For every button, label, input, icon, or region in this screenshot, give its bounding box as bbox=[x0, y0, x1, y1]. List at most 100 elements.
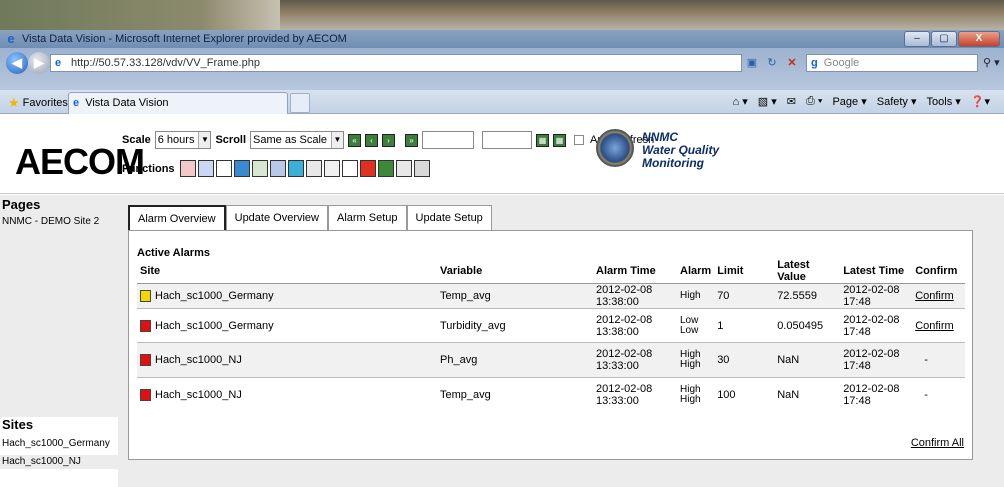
print-icon[interactable]: ⎙ ▾ bbox=[806, 95, 822, 108]
variable-cell: Turbidity_avg bbox=[437, 308, 593, 343]
back-button[interactable]: ◀ bbox=[6, 52, 28, 74]
chevron-down-icon: ▼ bbox=[331, 132, 344, 148]
feeds-icon[interactable]: ▧ ▾ bbox=[758, 95, 777, 108]
search-placeholder: Google bbox=[823, 57, 860, 69]
site-cell: Hach_sc1000_NJ bbox=[137, 377, 437, 412]
search-icon[interactable]: ⚲ ▾ bbox=[983, 56, 1000, 69]
confirm-link[interactable]: Confirm bbox=[912, 308, 965, 343]
graph-function-icon[interactable] bbox=[233, 160, 250, 177]
column-header: Site bbox=[137, 259, 437, 284]
pages-title: Pages bbox=[2, 197, 41, 212]
latest-time-cell: 2012-02-08 17:48 bbox=[840, 283, 913, 309]
favorites-bar: ★ Favorites e Vista Data Vision ⌂ ▾ ▧ ▾ … bbox=[0, 90, 1004, 114]
column-header: Latest Value bbox=[774, 259, 841, 284]
variable-cell: Temp_avg bbox=[437, 377, 593, 412]
functions-toolbar: Functions bbox=[122, 160, 430, 177]
latest-value-cell: NaN bbox=[774, 377, 841, 412]
scroll-forward-icon[interactable]: › bbox=[382, 133, 396, 147]
forward-button[interactable]: ▶ bbox=[28, 52, 50, 74]
alarm-time-cell: 2012-02-08 13:33:00 bbox=[593, 377, 677, 412]
list-function-icon[interactable] bbox=[395, 160, 412, 177]
confirm-cell: - bbox=[912, 342, 965, 378]
browser-tab[interactable]: e Vista Data Vision bbox=[68, 92, 288, 114]
table-row: Hach_sc1000_NJ Ph_avg 2012-02-08 13:33:00 H… bbox=[137, 342, 965, 378]
table-row: Hach_sc1000_Germany Turbidity_avg 2012-02-… bbox=[137, 308, 965, 343]
alarm-status-icon bbox=[140, 290, 151, 302]
alarm-level-cell: High High bbox=[677, 342, 715, 378]
tab-update-overview[interactable]: Update Overview bbox=[225, 205, 328, 230]
help-function-icon[interactable] bbox=[341, 160, 358, 177]
mail-icon[interactable]: ✉ bbox=[787, 95, 796, 108]
auto-refresh-checkbox[interactable] bbox=[574, 135, 585, 145]
address-url: http://50.57.33.128/vdv/VV_Frame.php bbox=[71, 57, 260, 69]
alarm-function-icon[interactable] bbox=[359, 160, 376, 177]
info-function-icon[interactable] bbox=[215, 160, 232, 177]
browser-tab-label: Vista Data Vision bbox=[85, 97, 169, 109]
window-title: Vista Data Vision - Microsoft Internet E… bbox=[22, 33, 347, 45]
alarms-table: Site Variable Alarm Time Alarm Limit Lat… bbox=[137, 259, 965, 412]
alarm-status-icon bbox=[140, 354, 151, 366]
chart-function-icon[interactable] bbox=[179, 160, 196, 177]
scale-label: Scale bbox=[122, 134, 151, 146]
latest-time-cell: 2012-02-08 17:48 bbox=[840, 308, 913, 343]
scroll-last-icon[interactable]: » bbox=[405, 133, 419, 147]
alarm-status-icon bbox=[140, 319, 151, 332]
latest-value-cell: 72.5559 bbox=[774, 283, 841, 309]
tab-update-setup[interactable]: Update Setup bbox=[406, 205, 492, 230]
table-function-icon[interactable] bbox=[197, 160, 214, 177]
favorites-label: Favorites bbox=[22, 97, 68, 109]
compare-function-icon[interactable] bbox=[269, 160, 286, 177]
latest-value-cell: 0.050495 bbox=[774, 308, 841, 343]
site-name: Hach_sc1000_Germany bbox=[155, 290, 274, 302]
search-input[interactable]: g Google bbox=[806, 54, 978, 72]
alarm-time-cell: 2012-02-08 13:38:00 bbox=[593, 308, 677, 343]
limit-cell: 30 bbox=[714, 342, 775, 378]
confirm-all-link[interactable]: Confirm All bbox=[911, 437, 964, 449]
page-item[interactable]: NNMC - DEMO Site 2 bbox=[0, 215, 118, 229]
site-item[interactable]: Hach_sc1000_NJ bbox=[0, 455, 118, 469]
column-header: Variable bbox=[437, 259, 593, 284]
stop-icon[interactable]: ✕ bbox=[784, 54, 800, 72]
window-controls: – ▢ X bbox=[904, 31, 1000, 47]
confirm-link[interactable]: Confirm bbox=[912, 283, 965, 309]
confirm-cell: - bbox=[912, 377, 965, 412]
maximize-button[interactable]: ▢ bbox=[931, 31, 957, 47]
alarm-time-cell: 2012-02-08 13:38:00 bbox=[593, 283, 677, 309]
column-header: Alarm Time bbox=[593, 259, 677, 284]
end-date-input[interactable] bbox=[482, 131, 533, 149]
help-icon[interactable]: ❓▾ bbox=[971, 95, 990, 108]
page-menu[interactable]: Page ▾ bbox=[832, 95, 866, 108]
log-function-icon[interactable] bbox=[413, 160, 430, 177]
tab-alarm-setup[interactable]: Alarm Setup bbox=[328, 205, 407, 230]
tools-menu[interactable]: Tools ▾ bbox=[927, 95, 961, 108]
new-tab-button[interactable] bbox=[290, 93, 310, 113]
alarm-time-cell: 2012-02-08 13:33:00 bbox=[593, 342, 677, 378]
scroll-back-icon[interactable]: ‹ bbox=[365, 133, 379, 147]
site-item[interactable]: Hach_sc1000_Germany bbox=[0, 437, 118, 451]
latest-time-cell: 2012-02-08 17:48 bbox=[840, 342, 913, 378]
report-function-icon[interactable] bbox=[305, 160, 322, 177]
scroll-first-icon[interactable]: « bbox=[348, 133, 362, 147]
minimize-button[interactable]: – bbox=[904, 31, 930, 47]
document-function-icon[interactable] bbox=[323, 160, 340, 177]
map-function-icon[interactable] bbox=[287, 160, 304, 177]
start-date-input[interactable] bbox=[422, 131, 475, 149]
close-button[interactable]: X bbox=[958, 31, 1000, 47]
scroll-select[interactable]: Same as Scale ▼ bbox=[250, 131, 345, 149]
trend-function-icon[interactable] bbox=[251, 160, 268, 177]
favorites-button[interactable]: ★ Favorites bbox=[8, 95, 68, 111]
address-input[interactable]: e http://50.57.33.128/vdv/VV_Frame.php bbox=[50, 54, 742, 72]
safety-menu[interactable]: Safety ▾ bbox=[877, 95, 917, 108]
home-icon[interactable]: ⌂ ▾ bbox=[733, 95, 748, 108]
scale-select[interactable]: 6 hours ▼ bbox=[154, 131, 212, 149]
compatibility-icon[interactable]: ▣ bbox=[744, 54, 760, 72]
settings-function-icon[interactable] bbox=[377, 160, 394, 177]
tab-bar: Alarm Overview Update Overview Alarm Set… bbox=[128, 205, 492, 231]
app-frame: AECOM Scale 6 hours ▼ Scroll Same as Scal… bbox=[0, 115, 1004, 487]
scroll-label: Scroll bbox=[215, 134, 247, 146]
functions-label: Functions bbox=[122, 162, 175, 175]
tab-alarm-overview[interactable]: Alarm Overview bbox=[128, 205, 226, 231]
calendar-icon[interactable]: ▦ bbox=[536, 133, 550, 147]
calendar-range-icon[interactable]: ▦ bbox=[553, 133, 567, 147]
refresh-icon[interactable]: ↻ bbox=[764, 54, 780, 72]
